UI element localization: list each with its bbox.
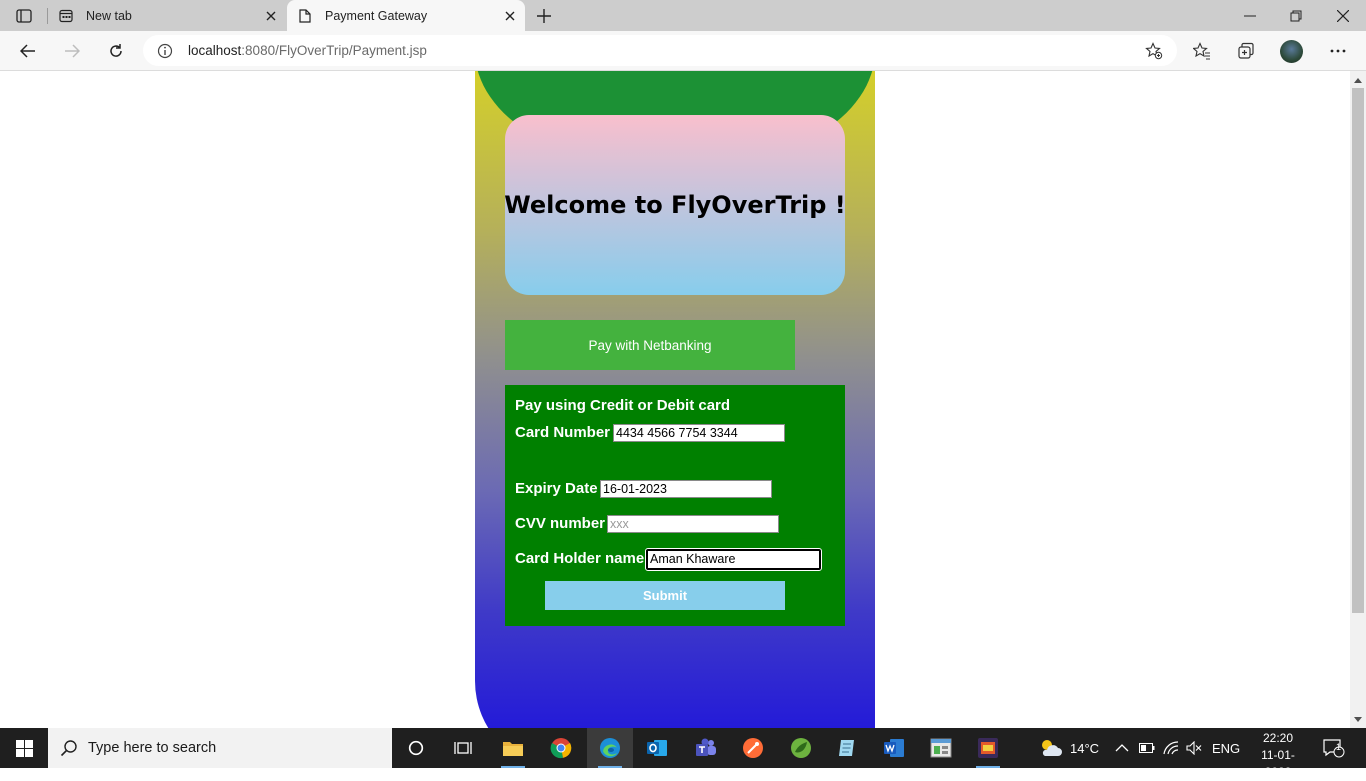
minimize-icon[interactable]: [1240, 6, 1260, 26]
expiry-date-label: Expiry Date: [515, 480, 598, 497]
restore-icon[interactable]: [1286, 6, 1306, 26]
new-tab-plus-icon[interactable]: [534, 6, 554, 26]
taskbar-search-box[interactable]: Type here to search: [48, 728, 392, 768]
weather-temperature: 14°C: [1070, 740, 1100, 756]
tab-label: Payment Gateway: [325, 8, 428, 23]
forward-arrow-icon[interactable]: [62, 41, 82, 61]
scroll-down-arrow-icon[interactable]: [1353, 714, 1363, 724]
spring-tool-icon[interactable]: [778, 728, 824, 768]
clock-time: 22:20: [1262, 731, 1294, 745]
submit-button[interactable]: Submit: [545, 581, 785, 610]
url-text[interactable]: localhost:8080/FlyOverTrip/Payment.jsp: [188, 43, 427, 58]
search-placeholder: Type here to search: [88, 740, 217, 756]
notepad-icon[interactable]: [824, 728, 870, 768]
volume-muted-icon[interactable]: [1186, 728, 1202, 768]
card-number-label: Card Number: [515, 424, 611, 441]
favorites-icon[interactable]: [1192, 41, 1212, 61]
tab-actions-icon[interactable]: [10, 6, 38, 26]
tab-payment-gateway[interactable]: Payment Gateway: [287, 0, 525, 31]
edge-icon[interactable]: [587, 728, 633, 768]
page-viewport: Welcome to FlyOverTrip ! Pay with Netban…: [0, 71, 1350, 728]
file-explorer-icon[interactable]: [490, 728, 536, 768]
url-path: :8080/FlyOverTrip/Payment.jsp: [241, 43, 427, 58]
card-payment-form: Pay using Credit or Debit card Card Numb…: [505, 385, 845, 626]
word-icon[interactable]: [871, 728, 917, 768]
collections-icon[interactable]: [1236, 41, 1256, 61]
postman-icon[interactable]: [730, 728, 776, 768]
show-hidden-icons-chevron-icon[interactable]: [1115, 728, 1129, 768]
cvv-field[interactable]: xxx: [607, 515, 779, 533]
scrollbar-thumb[interactable]: [1352, 88, 1364, 613]
weather-widget[interactable]: 14°C: [1038, 728, 1099, 768]
battery-icon[interactable]: [1139, 728, 1155, 768]
close-tab-icon[interactable]: [264, 9, 278, 23]
expiry-date-field[interactable]: 16-01-2023: [600, 480, 772, 498]
back-arrow-icon[interactable]: [18, 41, 38, 61]
teams-icon[interactable]: [683, 728, 729, 768]
wifi-icon[interactable]: [1163, 728, 1179, 768]
game-app-icon[interactable]: [965, 728, 1011, 768]
notifications-icon[interactable]: 1: [1323, 728, 1345, 768]
card-holder-field[interactable]: Aman Khaware: [645, 548, 822, 571]
taskbar: Type here to search 14°C ENG 22:20 11-01…: [0, 728, 1366, 779]
tab-new-tab[interactable]: New tab: [48, 0, 286, 31]
browser-tab-bar: New tab Payment Gateway: [0, 0, 1366, 31]
cvv-label: CVV number: [515, 515, 606, 532]
add-favorite-icon[interactable]: [1145, 42, 1163, 60]
refresh-icon[interactable]: [106, 41, 126, 61]
close-tab-icon[interactable]: [503, 9, 517, 23]
tab-label: New tab: [86, 8, 132, 23]
chrome-icon[interactable]: [538, 728, 584, 768]
cortana-icon[interactable]: [393, 728, 439, 768]
more-options-icon[interactable]: [1328, 41, 1348, 61]
close-window-icon[interactable]: [1333, 6, 1353, 26]
control-panel-icon[interactable]: [918, 728, 964, 768]
clock-date: 11-01-2022: [1261, 748, 1295, 779]
profile-avatar[interactable]: [1280, 40, 1303, 63]
outlook-icon[interactable]: [634, 728, 680, 768]
address-bar[interactable]: localhost:8080/FlyOverTrip/Payment.jsp: [143, 35, 1177, 66]
pay-netbanking-button[interactable]: Pay with Netbanking: [505, 320, 795, 370]
welcome-card: Welcome to FlyOverTrip !: [504, 115, 846, 295]
document-icon: [297, 8, 313, 24]
url-host: localhost: [188, 43, 242, 58]
windows-start-icon[interactable]: [0, 728, 48, 768]
new-tab-page-icon: [58, 8, 74, 24]
system-clock[interactable]: 22:20 11-01-2022: [1252, 730, 1304, 781]
card-holder-label: Card Holder name: [515, 550, 645, 567]
task-view-icon[interactable]: [440, 728, 486, 768]
page-title: Welcome to FlyOverTrip !: [504, 191, 846, 219]
weather-icon: [1042, 740, 1062, 756]
browser-nav-bar: localhost:8080/FlyOverTrip/Payment.jsp: [0, 31, 1366, 71]
scroll-up-arrow-icon[interactable]: [1353, 75, 1363, 85]
site-info-icon[interactable]: [157, 43, 173, 59]
card-number-field[interactable]: 4434 4566 7754 3344: [613, 424, 785, 442]
search-icon: [60, 739, 78, 757]
language-indicator[interactable]: ENG: [1212, 728, 1240, 768]
notification-count: 1: [1336, 742, 1342, 752]
form-heading: Pay using Credit or Debit card: [515, 397, 731, 414]
